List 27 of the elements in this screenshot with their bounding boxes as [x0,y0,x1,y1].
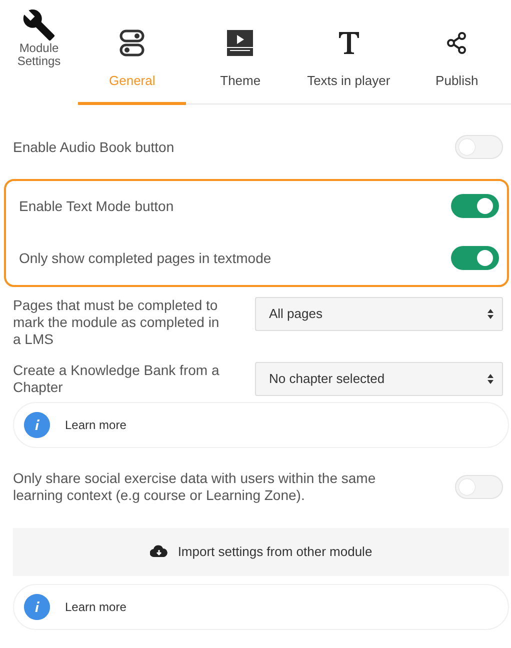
setting-label: Create a Knowledge Bank from a Chapter [13,362,220,396]
video-player-icon [227,28,254,56]
toggle-switch[interactable] [451,194,499,218]
setting-label: Only show completed pages in textmode [19,250,272,266]
toggle-switch[interactable] [451,246,499,270]
import-button[interactable]: Import settings from other module [13,528,509,576]
info-icon [24,412,50,438]
sort-caret-icon [487,373,494,385]
setting-label: Pages that must be completed to mark the module as completed in a LMS [13,297,220,348]
wrench-icon [22,8,56,42]
toggle-switch[interactable] [455,475,503,499]
cloud-download-icon [150,545,168,559]
tab[interactable]: Publish [402,0,511,105]
learn-more-link[interactable]: Learn more [13,584,509,630]
toggles-icon [119,28,146,56]
sort-caret-icon [487,308,494,320]
toggle-switch[interactable] [455,135,503,159]
info-icon [24,594,50,620]
select-field[interactable]: All pages [255,297,503,331]
learn-more-link[interactable]: Learn more [13,402,509,448]
setting-label: Only share social exercise data with users within the same learning context (e.g course or Learning Zone). [13,470,377,504]
setting-label: Enable Text Mode button [19,198,174,214]
tab[interactable]: Texts in player [294,0,403,105]
setting-label: Enable Audio Book button [13,138,174,156]
module-settings-label[interactable]: Module Settings [0,42,78,68]
tab[interactable]: Theme [186,0,294,105]
select-field[interactable]: No chapter selected [255,362,503,396]
